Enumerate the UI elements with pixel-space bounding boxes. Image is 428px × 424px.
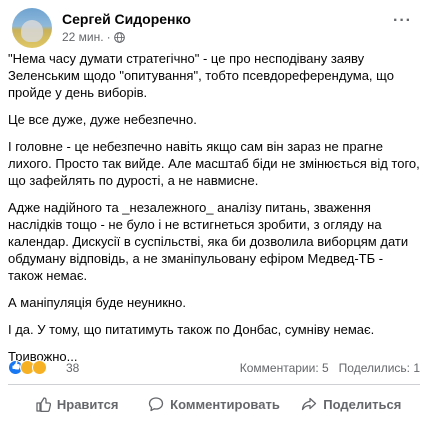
reaction-count[interactable]: 38 [66, 361, 79, 375]
sad-reaction-icon [32, 360, 47, 375]
meta-separator: · [106, 30, 111, 44]
share-icon [302, 397, 317, 411]
comment-icon [149, 397, 164, 412]
avatar[interactable] [12, 8, 52, 48]
divider [8, 384, 420, 385]
like-button[interactable]: Нравится [8, 388, 145, 420]
reaction-icons[interactable] [8, 360, 47, 375]
comment-button-label: Комментировать [170, 396, 280, 412]
post-paragraph: Це все дуже, дуже небезпечно. [8, 112, 197, 127]
more-options-button[interactable]: ··· [393, 12, 412, 30]
comment-button[interactable]: Комментировать [145, 388, 282, 420]
share-button[interactable]: Поделиться [283, 388, 420, 420]
comments-count[interactable]: Комментарии: 5 [240, 361, 329, 375]
share-button-label: Поделиться [323, 396, 402, 412]
post-meta: 22 мин. · [62, 30, 125, 44]
like-button-label: Нравится [56, 396, 119, 412]
post-body: "Нема часу думати стратегічно" - це про … [8, 50, 420, 375]
post-header: Сергей Сидоренко 22 мин. · ··· [12, 8, 416, 48]
post-paragraph: А маніпуляція буде неуникно. [8, 295, 186, 310]
globe-icon [113, 31, 125, 43]
post-stats: Комментарии: 5 Поделились: 1 [240, 361, 420, 375]
post-time[interactable]: 22 мин. [62, 30, 104, 44]
thumbs-up-icon [36, 397, 51, 412]
author-name[interactable]: Сергей Сидоренко [62, 11, 191, 27]
post-paragraph: І да. У тому, що питатимуть також по Дон… [8, 322, 375, 337]
post-paragraph: "Нема часу думати стратегічно" - це про … [8, 51, 394, 100]
post-paragraph: І головне - це небезпечно навіть якщо са… [8, 139, 420, 188]
post-actions: Нравится Комментировать Поделиться [8, 388, 420, 420]
shares-count[interactable]: Поделились: 1 [339, 361, 420, 375]
post-paragraph: Адже надійного та _незалежного_ аналізу … [8, 200, 409, 283]
reactions-bar: 38 Комментарии: 5 Поделились: 1 [8, 360, 420, 376]
